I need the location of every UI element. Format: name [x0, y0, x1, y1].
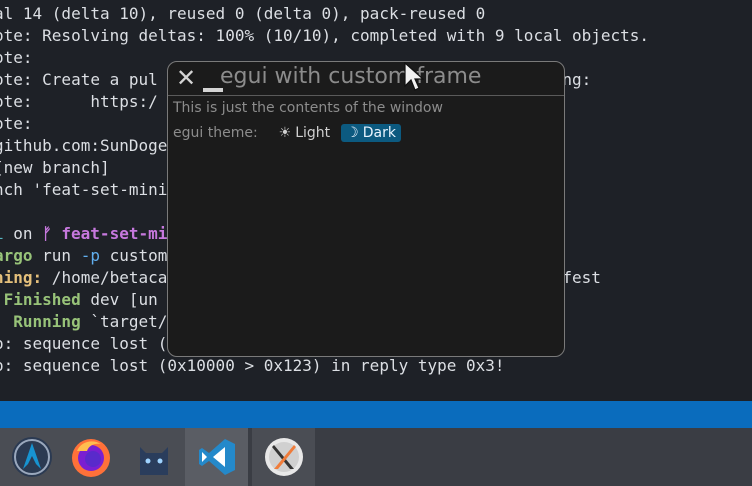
- egui-window[interactable]: ✕ egui with custom frame This is just th…: [167, 61, 565, 357]
- close-icon: ✕: [176, 64, 197, 92]
- window-titlebar[interactable]: ✕ egui with custom frame: [168, 62, 564, 96]
- taskbar-item-arch[interactable]: [0, 428, 63, 486]
- vscode-icon: [198, 439, 235, 475]
- terminal-text: nch 'feat-set-mini: [0, 180, 168, 199]
- terminal-line: ote:: [0, 47, 33, 69]
- taskbar-item-vscode[interactable]: [185, 428, 248, 486]
- terminal-text: -p: [80, 246, 100, 265]
- cat-app-icon: [139, 447, 168, 475]
- taskbar-item-xwindow[interactable]: [252, 428, 315, 486]
- dark-theme-button[interactable]: ☽ Dark: [341, 124, 401, 142]
- theme-label: egui theme:: [173, 125, 258, 141]
- terminal-text: /home/betaca: [42, 268, 168, 287]
- close-button[interactable]: ✕: [176, 64, 197, 92]
- terminal-text: ote: Resolving deltas: 100% (10/10), com…: [0, 26, 650, 45]
- firefox-icon: [71, 439, 110, 477]
- light-theme-button[interactable]: ☀ Light: [274, 124, 336, 142]
- terminal-text: github.com:SunDoge: [0, 136, 168, 155]
- mouse-cursor-icon: [404, 62, 424, 91]
- light-label: Light: [295, 125, 331, 141]
- terminal-text: o: sequence lost (: [0, 334, 168, 353]
- terminal-text: Finished: [0, 290, 81, 309]
- dark-label: Dark: [362, 125, 396, 141]
- terminal-text: `target/: [80, 312, 168, 331]
- xwindow-icon: [264, 438, 303, 476]
- terminal-text: ᚠ feat-set-mi: [42, 224, 168, 243]
- terminal-text: custom: [99, 246, 168, 265]
- window-content: This is just the contents of the window …: [173, 100, 443, 142]
- terminal-line: github.com:SunDoge: [0, 135, 167, 157]
- taskbar-item-cat[interactable]: [122, 428, 185, 486]
- terminal-line: al 14 (delta 10), reused 0 (delta 0), pa…: [0, 3, 485, 25]
- terminal-text: ote: https:/: [0, 92, 158, 111]
- terminal-text: dev [un: [80, 290, 158, 309]
- terminal-line: Running `target/: [0, 311, 167, 333]
- terminal-text: ote:: [0, 48, 33, 67]
- terminal-text: al 14 (delta 10), reused 0 (delta 0), pa…: [0, 4, 486, 23]
- terminal-text: [new branch]: [0, 158, 110, 177]
- terminal-text: on: [3, 224, 43, 243]
- terminal-line: ote: Resolving deltas: 100% (10/10), com…: [0, 25, 649, 47]
- content-label: This is just the contents of the window: [173, 100, 443, 116]
- taskbar: [0, 428, 752, 486]
- terminal-line: argo run -p custom: [0, 245, 167, 267]
- terminal-line: o: sequence lost (0x10000 > 0x123) in re…: [0, 355, 505, 377]
- theme-selector: egui theme: ☀ Light ☽ Dark: [173, 124, 401, 142]
- terminal-text: ote:: [0, 114, 33, 133]
- arch-linux-launcher-icon: [11, 437, 52, 477]
- moon-icon: ☽: [346, 125, 359, 141]
- terminal-text: ning:: [0, 268, 43, 287]
- window-title: egui with custom frame: [220, 64, 482, 89]
- terminal-line: o: sequence lost (: [0, 333, 167, 355]
- terminal-text: argo: [0, 246, 33, 265]
- terminal-text: ote: Create a pul: [0, 70, 158, 89]
- sun-icon: ☀: [278, 125, 292, 141]
- taskbar-item-firefox[interactable]: [59, 428, 122, 486]
- terminal-line: ote:: [0, 113, 33, 135]
- terminal-text: Running: [0, 312, 81, 331]
- terminal-text: run: [32, 246, 81, 265]
- terminal-text: o: sequence lost (0x10000 > 0x123) in re…: [0, 356, 505, 375]
- status-bar: [0, 401, 752, 428]
